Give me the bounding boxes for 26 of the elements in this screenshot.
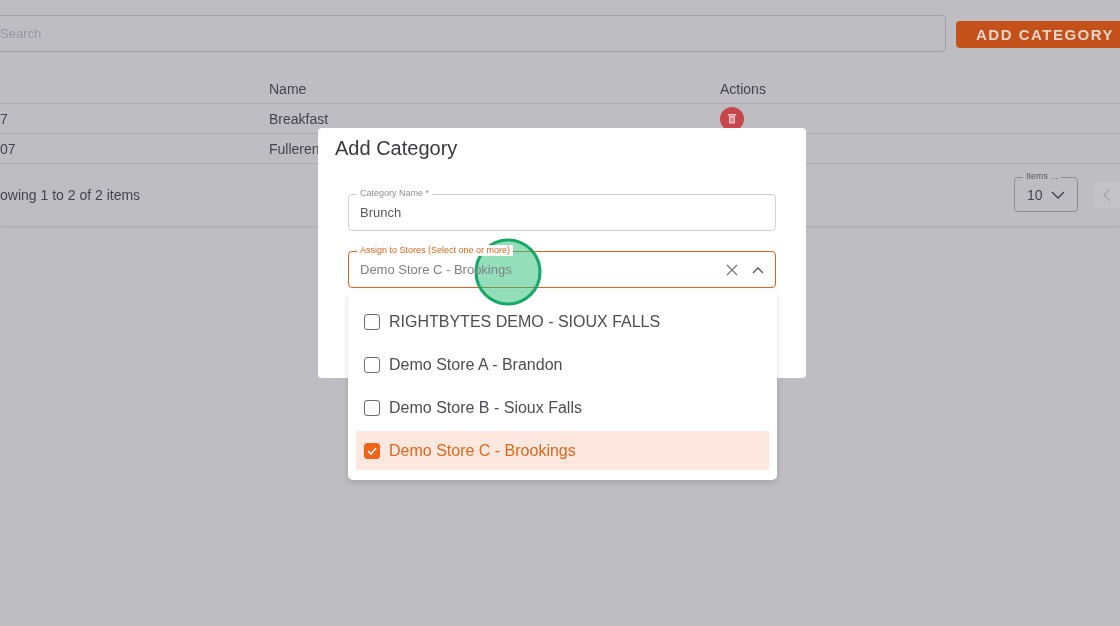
checkbox[interactable]	[364, 442, 380, 459]
category-name-field[interactable]: Category Name * Brunch	[348, 188, 776, 231]
table-cell: 7	[0, 110, 8, 127]
store-option[interactable]: RIGHTBYTES DEMO - SIOUX FALLS	[356, 300, 769, 343]
chevron-left-icon	[1103, 187, 1111, 202]
delete-button[interactable]	[720, 106, 744, 131]
table-cell: Fulleren	[269, 140, 320, 157]
checkbox[interactable]	[364, 313, 380, 330]
store-option[interactable]: Demo Store A - Brandon	[356, 343, 769, 386]
pagination-summary: owing 1 to 2 of 2 items	[0, 186, 141, 203]
field-label: Assign to Stores (Select one or more)	[357, 245, 514, 256]
table-cell: Breakfast	[269, 110, 329, 127]
check-icon	[367, 446, 377, 455]
column-header: Actions	[720, 80, 766, 97]
table-cell: 07	[0, 140, 16, 157]
field-label: Category Name *	[357, 188, 433, 199]
chevron-down-icon	[1051, 190, 1065, 199]
store-option[interactable]: Demo Store B - Sioux Falls	[356, 386, 769, 429]
dialog-title: Add Category	[335, 137, 459, 160]
checkbox[interactable]	[364, 356, 380, 373]
checkbox[interactable]	[364, 399, 380, 416]
clear-icon[interactable]	[726, 263, 738, 276]
field-value: Brunch	[360, 205, 403, 220]
column-header: Name	[269, 80, 307, 97]
chevron-up-icon[interactable]	[752, 265, 764, 274]
trash-icon	[727, 113, 737, 124]
